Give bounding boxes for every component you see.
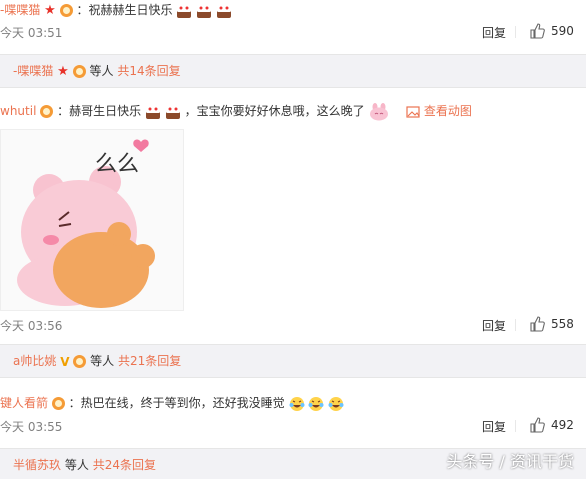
watermark: 头条号 / 资讯干货 xyxy=(446,452,574,471)
sticker-text: 么么 xyxy=(95,152,140,177)
divider xyxy=(515,420,516,432)
reply-button[interactable]: 回复 xyxy=(482,418,506,435)
comment-username[interactable]: 键人看箭 xyxy=(0,396,48,410)
cake-emoji-icon xyxy=(197,6,212,18)
laugh-cry-emoji-icon xyxy=(308,396,324,411)
divider xyxy=(515,319,516,331)
like-count: 558 xyxy=(551,317,574,331)
subthread-others: 等人 xyxy=(64,458,89,472)
pink-bear-hug-sticker xyxy=(17,139,155,308)
comment-text-continued: ，宝宝你要好好休息哦，这么晚了 xyxy=(184,104,365,118)
subthread-username[interactable]: 半循苏玖 xyxy=(13,458,61,472)
comment-time: 今天 03:55 xyxy=(0,420,63,434)
laugh-cry-emoji-icon xyxy=(328,396,344,411)
subthread-bar[interactable]: -喋喋猫 ★ 等人 共14条回复 xyxy=(0,54,586,88)
comment-1-body: -喋喋猫 ★ ：祝赫赫生日快乐 xyxy=(0,0,232,20)
member-badge-icon xyxy=(73,355,87,368)
subthread-bar[interactable]: a帅比姚 V 等人 共21条回复 xyxy=(0,344,586,378)
comment-username[interactable]: -喋喋猫 xyxy=(0,3,40,17)
member-badge-icon xyxy=(51,397,65,410)
pink-bunny-emoji-icon xyxy=(370,102,389,120)
comment-2-body: whutil ：赫哥生日快乐 ，宝宝你要好好休息哦，这么晚了 查看动图 xyxy=(0,100,472,122)
thumbs-up-icon[interactable] xyxy=(529,417,545,433)
view-replies-link[interactable]: 共14条回复 xyxy=(117,64,180,78)
star-icon: ★ xyxy=(44,2,56,18)
comment-text: ：祝赫赫生日快乐 xyxy=(76,3,173,17)
comment-3-body: 键人看箭 ：热巴在线，终于等到你，还好我没睡觉 xyxy=(0,393,344,413)
subthread-username[interactable]: -喋喋猫 xyxy=(13,64,53,78)
subthread-others: 等人 xyxy=(90,354,115,368)
image-icon xyxy=(406,105,420,118)
cake-emoji-icon xyxy=(165,107,180,119)
comment-text: ：赫哥生日快乐 xyxy=(57,104,142,118)
cake-emoji-icon xyxy=(145,107,160,119)
thumbs-up-icon[interactable] xyxy=(529,316,545,332)
member-badge-icon xyxy=(40,105,54,118)
view-gif-link[interactable]: 查看动图 xyxy=(424,104,472,118)
view-replies-link[interactable]: 共21条回复 xyxy=(118,354,181,368)
divider xyxy=(515,26,516,38)
comment-username[interactable]: whutil xyxy=(0,104,36,118)
like-count: 492 xyxy=(551,418,574,432)
v-verified-icon: V xyxy=(60,354,70,369)
subthread-username[interactable]: a帅比姚 xyxy=(13,354,56,368)
like-count: 590 xyxy=(551,24,574,38)
comment-text: ：热巴在线，终于等到你，还好我没睡觉 xyxy=(68,396,285,410)
star-icon: ★ xyxy=(57,63,69,79)
reply-button[interactable]: 回复 xyxy=(482,24,506,41)
cake-emoji-icon xyxy=(177,6,192,18)
laugh-cry-emoji-icon xyxy=(289,396,305,411)
reply-button[interactable]: 回复 xyxy=(482,317,506,334)
view-replies-link[interactable]: 共24条回复 xyxy=(93,458,156,472)
comment-time: 今天 03:51 xyxy=(0,26,63,40)
member-badge-icon xyxy=(72,65,86,78)
subthread-others: 等人 xyxy=(89,64,114,78)
member-badge-icon xyxy=(59,4,73,17)
sticker-image[interactable]: 么么 xyxy=(0,129,184,311)
thumbs-up-icon[interactable] xyxy=(529,23,545,39)
comment-time: 今天 03:56 xyxy=(0,319,63,333)
cake-emoji-icon xyxy=(216,6,231,18)
